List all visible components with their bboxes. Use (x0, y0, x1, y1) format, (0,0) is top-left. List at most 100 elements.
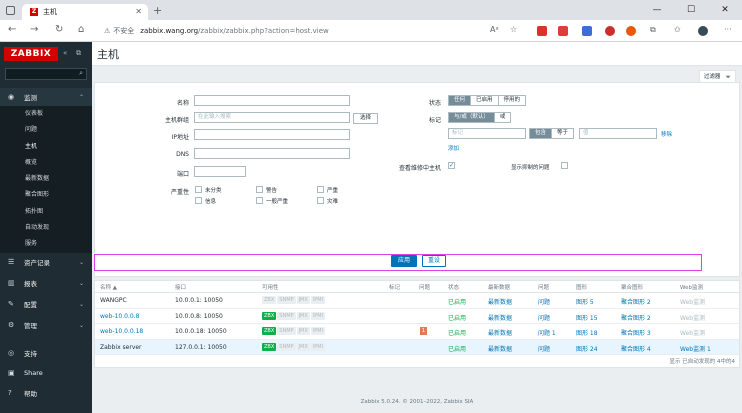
tag-and-or-option[interactable]: 与/或（默认） (449, 113, 495, 122)
tag-add-link[interactable]: 添加 (448, 144, 459, 152)
tag-remove-link[interactable]: 移除 (661, 130, 672, 138)
host-name[interactable]: Zabbix server (100, 344, 142, 351)
problems-link[interactable]: 问题 (538, 344, 550, 353)
minimize-icon[interactable]: — (640, 0, 674, 20)
severity-info-checkbox[interactable] (195, 197, 202, 204)
submenu-services[interactable]: 服务 (0, 236, 92, 252)
graphs-link[interactable]: 图形 18 (576, 328, 598, 337)
menu-administration[interactable]: ⚙ 管理 ⌄ (0, 316, 92, 334)
name-input[interactable] (194, 95, 350, 106)
status-disabled-option[interactable]: 停用的 (498, 96, 526, 105)
profile-avatar-icon[interactable] (698, 26, 708, 36)
extension-blue-icon[interactable] (582, 26, 592, 36)
submenu-problems[interactable]: 问题 (0, 122, 92, 138)
severity-warning-checkbox[interactable] (256, 186, 263, 193)
screens-link[interactable]: 聚合图形 3 (621, 328, 651, 337)
submenu-latest-data[interactable]: 最新数据 (0, 171, 92, 187)
tag-name-input[interactable]: 标记 (448, 128, 526, 139)
ip-input[interactable] (194, 129, 350, 140)
extension-shield-icon[interactable] (537, 26, 547, 36)
new-tab-icon[interactable]: + (153, 4, 162, 17)
severity-average-checkbox[interactable] (256, 197, 263, 204)
menu-inventory[interactable]: ☰ 资产记录 ⌄ (0, 253, 92, 271)
latest-data-link[interactable]: 最新数据 (488, 297, 512, 306)
read-aloud-icon[interactable]: Aᵃ (490, 25, 499, 34)
dns-input[interactable] (194, 148, 350, 159)
suppressed-checkbox[interactable] (561, 162, 568, 169)
menu-share[interactable]: ▣ Share (0, 364, 92, 382)
collapse-sidebar-icon[interactable]: « (63, 49, 67, 57)
tag-value-input[interactable]: 值 (579, 128, 657, 139)
host-name[interactable]: WANGPC (100, 297, 127, 304)
tag-contains-option[interactable]: 包含 (530, 129, 553, 138)
favorites-bar-icon[interactable]: ✩ (674, 25, 681, 34)
graphs-link[interactable]: 图形 15 (576, 313, 598, 322)
menu-help[interactable]: ? 帮助 (0, 384, 92, 402)
favorite-icon[interactable]: ☆ (510, 25, 517, 34)
submenu-dashboard[interactable]: 仪表板 (0, 106, 92, 122)
kiosk-mode-icon[interactable]: ⧉ (76, 49, 81, 58)
latest-data-link[interactable]: 最新数据 (488, 328, 512, 337)
graphs-link[interactable]: 图形 5 (576, 297, 594, 306)
severity-disaster-checkbox[interactable] (317, 197, 324, 204)
host-status[interactable]: 已启用 (448, 297, 466, 306)
status-any-option[interactable]: 任何 (449, 96, 472, 105)
host-name[interactable]: web-10.0.0.8 (100, 313, 139, 320)
port-input[interactable] (194, 166, 246, 177)
home-icon[interactable]: ⌂ (78, 24, 84, 35)
host-status[interactable]: 已启用 (448, 328, 466, 337)
reload-icon[interactable]: ↻ (55, 24, 63, 35)
latest-data-link[interactable]: 最新数据 (488, 344, 512, 353)
maintenance-checkbox[interactable]: ✓ (448, 162, 455, 169)
url-bar[interactable]: ⚠ 不安全 zabbix.wang.org /zabbix/zabbix.php… (96, 23, 456, 39)
tag-equals-option[interactable]: 等于 (552, 129, 574, 138)
filter-tab[interactable]: 过滤器 ⏷ (698, 70, 736, 82)
maximize-icon[interactable]: ☐ (674, 0, 708, 20)
submenu-screens[interactable]: 聚合图形 (0, 187, 92, 203)
host-group-input[interactable]: 在此输入搜索 (194, 112, 350, 123)
zabbix-logo[interactable]: ZABBIX (4, 47, 58, 61)
problem-count-badge[interactable]: 1 (420, 327, 427, 335)
forward-icon[interactable]: → (30, 24, 38, 35)
back-icon[interactable]: ← (8, 24, 16, 35)
col-name-header[interactable]: 名称 ▲ (100, 283, 117, 291)
submenu-discovery[interactable]: 自动发现 (0, 220, 92, 236)
browser-tab[interactable]: Z 主机 ✕ (22, 4, 148, 20)
host-status[interactable]: 已启用 (448, 344, 466, 353)
submenu-hosts[interactable]: 主机 (0, 139, 92, 155)
screens-link[interactable]: 聚合图形 2 (621, 313, 651, 322)
severity-high-checkbox[interactable] (317, 186, 324, 193)
screens-link[interactable]: 聚合图形 4 (621, 344, 651, 353)
severity-not-classified-checkbox[interactable] (195, 186, 202, 193)
close-window-icon[interactable]: ✕ (708, 0, 742, 20)
host-name[interactable]: web-10.0.0.18 (100, 328, 143, 335)
problems-link[interactable]: 问题 1 (538, 328, 556, 337)
menu-monitoring[interactable]: ◉ 监测 ⌃ (0, 88, 92, 106)
problems-link[interactable]: 问题 (538, 297, 550, 306)
extension-red-icon[interactable] (605, 26, 615, 36)
latest-data-link[interactable]: 最新数据 (488, 313, 512, 322)
extension-badge-icon[interactable] (558, 26, 568, 36)
submenu-maps[interactable]: 拓扑图 (0, 204, 92, 220)
apply-button[interactable]: 应用 (391, 255, 417, 267)
tag-or-option[interactable]: 或 (494, 113, 511, 122)
problems-link[interactable]: 问题 (538, 313, 550, 322)
sidebar-search-input[interactable]: ⌕ (5, 68, 87, 80)
web-link[interactable]: Web监测 1 (680, 344, 711, 353)
graphs-link[interactable]: 图形 24 (576, 344, 598, 353)
reset-button[interactable]: 重设 (422, 255, 446, 267)
host-status[interactable]: 已启用 (448, 313, 466, 322)
extension-orange-icon[interactable] (626, 26, 636, 36)
menu-reports[interactable]: ▥ 报表 ⌄ (0, 274, 92, 292)
select-group-button[interactable]: 选择 (353, 113, 378, 124)
status-enabled-option[interactable]: 已启用 (471, 96, 499, 105)
screens-link[interactable]: 聚合图形 2 (621, 297, 651, 306)
submenu-overview[interactable]: 概览 (0, 155, 92, 171)
menu-support[interactable]: ◎ 支持 (0, 344, 92, 362)
tab-actions-icon[interactable] (6, 6, 15, 15)
collections-icon[interactable]: ⧉ (650, 25, 656, 35)
more-menu-icon[interactable]: ··· (724, 25, 732, 34)
tab-close-icon[interactable]: ✕ (135, 7, 142, 16)
search-icon[interactable]: ⌕ (79, 69, 83, 78)
menu-configuration[interactable]: ✎ 配置 ⌄ (0, 295, 92, 313)
